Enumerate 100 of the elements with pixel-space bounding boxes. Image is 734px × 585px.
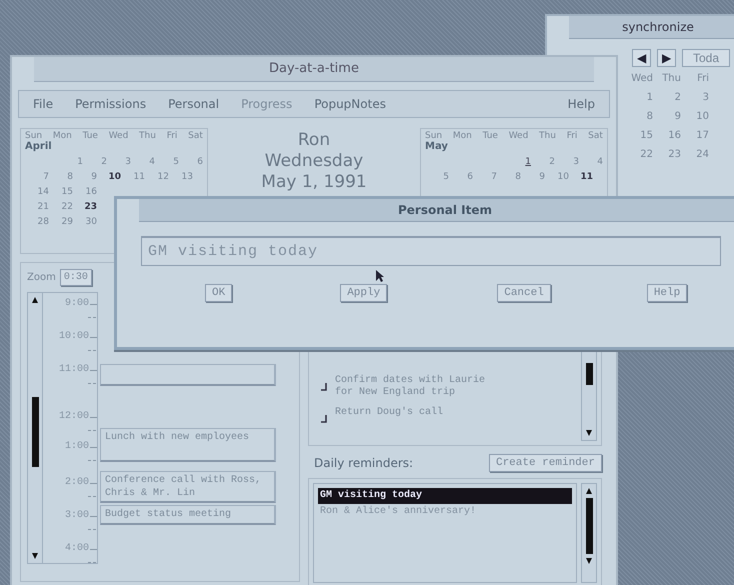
- calendar-day[interactable]: 10: [545, 172, 569, 182]
- calendar-day[interactable]: 30: [73, 217, 97, 227]
- scroll-thumb[interactable]: [32, 397, 38, 467]
- calendar-day[interactable]: 3: [555, 157, 579, 167]
- up-arrow-icon[interactable]: [31, 296, 39, 304]
- down-arrow-icon[interactable]: [585, 429, 593, 437]
- calendar-day[interactable]: 10: [97, 172, 121, 182]
- calendar-day[interactable]: 3: [107, 157, 131, 167]
- down-arrow-icon[interactable]: [585, 557, 593, 565]
- calendar-day[interactable]: 15: [640, 130, 653, 141]
- weekday-label: Wed: [631, 73, 653, 84]
- calendar-day[interactable]: 1: [646, 92, 653, 103]
- calendar-day[interactable]: 5: [155, 157, 179, 167]
- calendar-day[interactable]: 2: [674, 92, 681, 103]
- calendar-day[interactable]: 2: [83, 157, 107, 167]
- nav-button[interactable]: ▶: [657, 49, 676, 67]
- calendar-day[interactable]: 11: [569, 172, 593, 182]
- menu-item[interactable]: Permissions: [75, 97, 146, 111]
- calendar-day[interactable]: 7: [25, 172, 49, 182]
- zoom-button[interactable]: 0:30: [60, 269, 92, 286]
- calendar-day[interactable]: 9: [674, 111, 681, 122]
- calendar-day[interactable]: 8: [497, 172, 521, 182]
- calendar-day[interactable]: 16: [73, 187, 97, 197]
- reminders-label: Daily reminders:: [314, 456, 414, 470]
- calendar-day[interactable]: 2: [531, 157, 555, 167]
- time-label: 9:00: [64, 297, 89, 311]
- calendar-day[interactable]: 5: [425, 172, 449, 182]
- appointment-block[interactable]: Budget status meeting: [100, 505, 276, 525]
- calendar-day[interactable]: 14: [25, 187, 49, 197]
- calendar-day[interactable]: 3: [702, 92, 709, 103]
- calendar-day[interactable]: 16: [668, 130, 681, 141]
- calendar-day[interactable]: 8: [646, 111, 653, 122]
- appointment-block[interactable]: Conference call with Ross, Chris & Mr. Lin: [100, 471, 276, 503]
- dialog-button[interactable]: Cancel: [497, 284, 551, 302]
- calendar-day[interactable]: 29: [49, 217, 73, 227]
- calendar-day[interactable]: 15: [49, 187, 73, 197]
- appointment-block[interactable]: Lunch with new employees: [100, 428, 276, 462]
- calendar-day[interactable]: 21: [25, 202, 49, 212]
- calendar-day[interactable]: 1: [507, 157, 531, 167]
- scroll-thumb[interactable]: [586, 363, 592, 385]
- calendar-day[interactable]: 4: [579, 157, 603, 167]
- menu-item[interactable]: Help: [568, 97, 595, 111]
- calendar-day[interactable]: 9: [73, 172, 97, 182]
- half-hour-mark: [88, 496, 96, 497]
- scrollbar[interactable]: [27, 292, 43, 564]
- calendar-day[interactable]: 10: [696, 111, 709, 122]
- scroll-thumb[interactable]: [586, 498, 592, 554]
- calendar-day[interactable]: 8: [49, 172, 73, 182]
- today-button[interactable]: Toda: [682, 49, 730, 67]
- nav-button[interactable]: ◀: [632, 49, 651, 67]
- window-title: Personal Item: [139, 199, 734, 222]
- weekday-label: Tue: [482, 131, 498, 141]
- create-reminder-button[interactable]: Create reminder: [488, 454, 602, 472]
- dialog-button[interactable]: Apply: [340, 284, 388, 302]
- up-arrow-icon[interactable]: [585, 487, 593, 495]
- weekday-label: Fri: [566, 131, 578, 141]
- menu-item[interactable]: File: [33, 97, 54, 111]
- weekday-label: Sat: [188, 131, 203, 141]
- calendar-day[interactable]: 1: [59, 157, 83, 167]
- weekday-label: Thu: [662, 73, 681, 84]
- weekday-label: Sun: [425, 131, 442, 141]
- calendar-day[interactable]: 12: [145, 172, 169, 182]
- half-hour-mark: [88, 460, 96, 461]
- half-hour-mark: [88, 317, 96, 318]
- calendar-day[interactable]: 23: [73, 202, 97, 212]
- weekday-label: Mon: [452, 131, 472, 141]
- calendar-day[interactable]: 28: [25, 217, 49, 227]
- calendar-day[interactable]: 17: [696, 130, 709, 141]
- down-arrow-icon[interactable]: [31, 552, 39, 560]
- calendar-day[interactable]: 4: [131, 157, 155, 167]
- reminder-item[interactable]: Ron & Alice's anniversary!: [318, 504, 572, 520]
- dialog-button[interactable]: OK: [205, 284, 232, 302]
- half-hour-mark: [88, 383, 96, 384]
- calendar-day[interactable]: 23: [668, 149, 681, 160]
- weekday-heading: Wednesday: [264, 151, 364, 172]
- date-heading: May 1, 1991: [261, 172, 367, 193]
- calendar-day[interactable]: 9: [521, 172, 545, 182]
- weekday-label: Fri: [166, 131, 178, 141]
- calendar-day[interactable]: 13: [169, 172, 193, 182]
- time-label: 4:00: [64, 542, 89, 556]
- calendar-day[interactable]: 22: [640, 149, 653, 160]
- weekday-label: Sat: [588, 131, 603, 141]
- menu-item[interactable]: Personal: [168, 97, 220, 111]
- half-hour-mark: [88, 350, 96, 351]
- calendar-day[interactable]: 22: [49, 202, 73, 212]
- text-field[interactable]: GM visiting today: [141, 236, 721, 266]
- weekday-label: Sun: [25, 131, 42, 141]
- weekday-label: Mon: [52, 131, 72, 141]
- calendar-day[interactable]: 24: [696, 149, 709, 160]
- half-hour-mark: [88, 562, 96, 563]
- reminder-item[interactable]: GM visiting today: [318, 488, 572, 504]
- time-label: 12:00: [58, 410, 89, 424]
- calendar-day[interactable]: 7: [473, 172, 497, 182]
- scrollbar[interactable]: [581, 483, 597, 583]
- user-name: Ron: [296, 130, 332, 151]
- calendar-day[interactable]: 6: [449, 172, 473, 182]
- calendar-day[interactable]: 11: [121, 172, 145, 182]
- menu-item[interactable]: PopupNotes: [314, 97, 386, 111]
- calendar-day[interactable]: 6: [179, 157, 203, 167]
- dialog-button[interactable]: Help: [646, 284, 688, 302]
